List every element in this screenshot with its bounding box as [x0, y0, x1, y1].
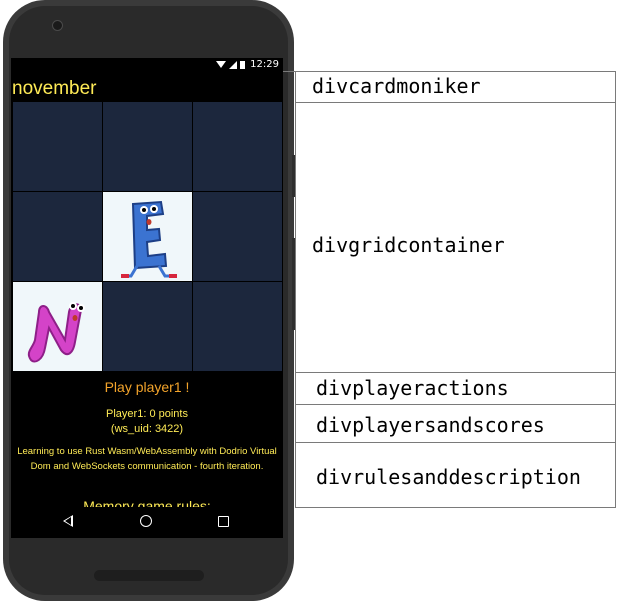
grid-card-6[interactable] [193, 192, 282, 281]
grid-container [11, 100, 283, 373]
android-navbar [11, 507, 283, 538]
annotation-label: divplayersandscores [316, 413, 545, 437]
grid-card-5[interactable] [103, 192, 192, 281]
home-icon[interactable] [140, 515, 152, 527]
grid-card-4[interactable] [13, 192, 102, 281]
annotation-label: divcardmoniker [312, 74, 481, 98]
grid-card-2[interactable] [103, 102, 192, 191]
front-camera [52, 20, 63, 31]
grid-card-3[interactable] [193, 102, 282, 191]
letter-n-monster-icon [27, 302, 85, 363]
player-score: Player1: 0 points (ws_uid: 3422) [11, 407, 283, 437]
battery-icon [240, 60, 246, 69]
bottom-speaker [94, 570, 204, 581]
rules-description: Learning to use Rust Wasm/WebAssembly wi… [17, 446, 277, 472]
annotation-label: divgridcontainer [312, 233, 505, 257]
grid-card-7[interactable] [13, 282, 102, 371]
annotation-label: divrulesanddescription [316, 465, 581, 489]
annotation-card-moniker: divcardmoniker [295, 71, 616, 103]
annotation-player-actions: divplayeractions [295, 372, 616, 405]
player-score-line1: Player1: 0 points [106, 408, 188, 420]
player-action: Play player1 ! [104, 379, 190, 395]
status-bar: 12:29 [11, 58, 283, 73]
leader-line [283, 71, 295, 72]
letter-e-monster-icon [121, 200, 177, 278]
card-moniker: november [12, 78, 97, 99]
back-icon[interactable] [63, 515, 73, 527]
wifi-icon [216, 61, 227, 68]
grid-card-1[interactable] [13, 102, 102, 191]
annotation-players-and-scores: divplayersandscores [295, 404, 616, 443]
annotation-label: divplayeractions [316, 376, 509, 400]
grid-card-8[interactable] [103, 282, 192, 371]
signal-icon [229, 60, 238, 69]
phone-screen: 12:29 november Play player1 ! Player1: 0… [11, 58, 283, 538]
grid-card-9[interactable] [193, 282, 282, 371]
annotation-grid-container: divgridcontainer [295, 102, 616, 373]
recent-apps-icon[interactable] [218, 516, 229, 527]
annotation-rules-and-description: divrulesanddescription [295, 442, 616, 508]
status-time: 12:29 [250, 59, 279, 70]
player-score-line2: (ws_uid: 3422) [110, 423, 184, 435]
